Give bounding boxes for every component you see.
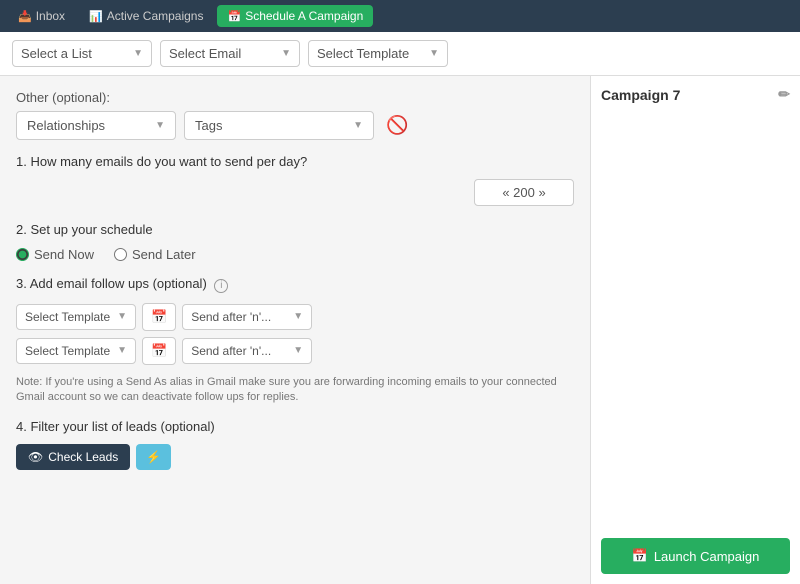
followup1-calendar-btn[interactable]: 📅 <box>142 303 176 331</box>
q1-section: 1. How many emails do you want to send p… <box>16 154 574 169</box>
inbox-nav-item[interactable]: 📥 Inbox <box>8 5 75 27</box>
emails-per-day-input[interactable]: « 200 » <box>474 179 574 206</box>
lightning-icon: ⚡ <box>146 450 161 464</box>
schedule-section: 2. Set up your schedule Send Now Send La… <box>16 222 574 262</box>
send-later-radio[interactable] <box>114 248 127 261</box>
schedule-icon: 📅 <box>227 10 241 23</box>
inbox-label: Inbox <box>36 9 65 23</box>
send-later-label: Send Later <box>132 247 196 262</box>
q3-label: 3. Add email follow ups (optional) i <box>16 276 574 293</box>
launch-label: Launch Campaign <box>654 549 760 564</box>
followup2-calendar-btn[interactable]: 📅 <box>142 337 176 365</box>
select-email-dropdown[interactable]: Select Email <box>169 46 277 61</box>
calendar1-icon: 📅 <box>151 309 167 325</box>
followup1-template-label: Select Template <box>25 310 110 324</box>
send-now-radio[interactable] <box>16 248 29 261</box>
send-later-radio-item[interactable]: Send Later <box>114 247 196 262</box>
send-now-label: Send Now <box>34 247 94 262</box>
filter-btn-group: 👁 Check Leads ⚡ <box>16 444 574 470</box>
inbox-icon: 📥 <box>18 10 32 23</box>
active-campaigns-label: Active Campaigns <box>107 9 204 23</box>
followup1-send-chevron-icon: ▼ <box>293 311 303 322</box>
left-panel: Other (optional): Relationships ▼ Tags ▼… <box>0 76 590 584</box>
active-campaigns-icon: 📊 <box>89 10 103 23</box>
q2-label: 2. Set up your schedule <box>16 222 574 237</box>
filter-section: 4. Filter your list of leads (optional) … <box>16 419 574 470</box>
check-leads-button[interactable]: 👁 Check Leads <box>16 444 130 470</box>
select-list-dropdown[interactable]: Select a List <box>21 46 129 61</box>
followup1-send-after-select[interactable]: Send after 'n'... ▼ <box>182 304 312 330</box>
q3-info-icon[interactable]: i <box>214 279 228 293</box>
top-navigation: 📥 Inbox 📊 Active Campaigns 📅 Schedule A … <box>0 0 800 32</box>
calendar2-icon: 📅 <box>151 343 167 359</box>
q3-label-text: 3. Add email follow ups (optional) <box>16 276 207 291</box>
email-chevron-icon: ▼ <box>281 48 291 59</box>
block-icon: 🚫 <box>386 115 408 136</box>
other-section: Other (optional): Relationships ▼ Tags ▼… <box>16 90 574 140</box>
template-chevron-icon: ▼ <box>429 48 439 59</box>
tags-label: Tags <box>195 118 222 133</box>
followup2-template-label: Select Template <box>25 344 110 358</box>
select-list-control[interactable]: Select a List ▼ <box>12 40 152 67</box>
followup-note: Note: If you're using a Send As alias in… <box>16 375 574 406</box>
relationships-label: Relationships <box>27 118 105 133</box>
tags-chevron-icon: ▼ <box>353 120 363 131</box>
followup2-send-after-select[interactable]: Send after 'n'... ▼ <box>182 338 312 364</box>
schedule-campaign-label: Schedule A Campaign <box>245 9 363 23</box>
check-leads-label: Check Leads <box>48 450 118 464</box>
schedule-campaign-nav-item[interactable]: 📅 Schedule A Campaign <box>217 5 373 27</box>
eye-icon: 👁 <box>28 450 43 464</box>
q4-label: 4. Filter your list of leads (optional) <box>16 419 574 434</box>
tags-select[interactable]: Tags ▼ <box>184 111 374 140</box>
followup2-template-chevron-icon: ▼ <box>117 345 127 356</box>
emails-input-row: « 200 » <box>16 179 574 206</box>
other-label: Other (optional): <box>16 90 574 105</box>
campaign-name: Campaign 7 <box>601 87 680 103</box>
main-layout: Other (optional): Relationships ▼ Tags ▼… <box>0 76 800 584</box>
launch-campaign-button[interactable]: 📅 Launch Campaign <box>601 538 790 574</box>
other-dropdowns-row: Relationships ▼ Tags ▼ 🚫 <box>16 111 574 140</box>
send-now-radio-item[interactable]: Send Now <box>16 247 94 262</box>
followup-row-1: Select Template ▼ 📅 Send after 'n'... ▼ <box>16 303 574 331</box>
campaign-title-row: Campaign 7 ✏ <box>601 86 790 103</box>
followup1-template-select[interactable]: Select Template ▼ <box>16 304 136 330</box>
right-panel: Campaign 7 ✏ 📅 Launch Campaign <box>590 76 800 584</box>
followup1-template-chevron-icon: ▼ <box>117 311 127 322</box>
followup2-template-select[interactable]: Select Template ▼ <box>16 338 136 364</box>
select-template-control[interactable]: Select Template ▼ <box>308 40 448 67</box>
followup2-send-chevron-icon: ▼ <box>293 345 303 356</box>
relationships-select[interactable]: Relationships ▼ <box>16 111 176 140</box>
lightning-button[interactable]: ⚡ <box>136 444 171 470</box>
launch-icon: 📅 <box>632 548 648 564</box>
edit-campaign-icon[interactable]: ✏ <box>778 86 790 103</box>
followup-row-2: Select Template ▼ 📅 Send after 'n'... ▼ <box>16 337 574 365</box>
followup-section: 3. Add email follow ups (optional) i Sel… <box>16 276 574 365</box>
followup2-send-label: Send after 'n'... <box>191 344 271 358</box>
relationships-chevron-icon: ▼ <box>155 120 165 131</box>
schedule-radio-group: Send Now Send Later <box>16 247 574 262</box>
sub-header: Select a List ▼ Select Email ▼ Select Te… <box>0 32 800 76</box>
select-email-control[interactable]: Select Email ▼ <box>160 40 300 67</box>
emails-value: « 200 » <box>502 185 545 200</box>
list-chevron-icon: ▼ <box>133 48 143 59</box>
active-campaigns-nav-item[interactable]: 📊 Active Campaigns <box>79 5 213 27</box>
select-template-dropdown[interactable]: Select Template <box>317 46 425 61</box>
q1-label: 1. How many emails do you want to send p… <box>16 154 307 169</box>
followup1-send-label: Send after 'n'... <box>191 310 271 324</box>
